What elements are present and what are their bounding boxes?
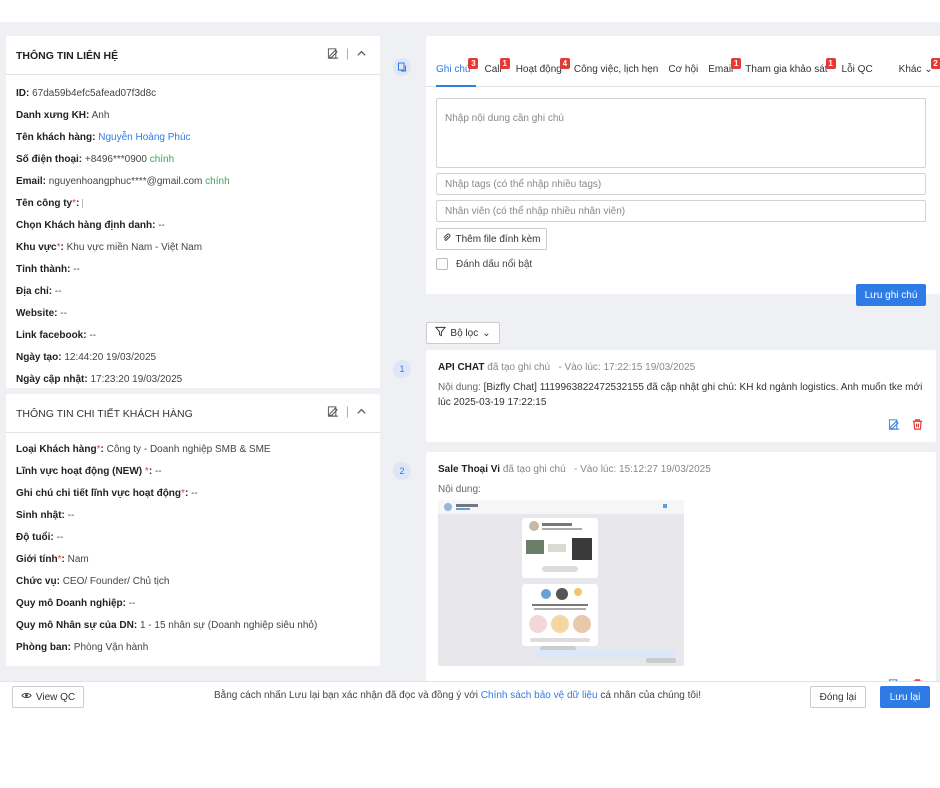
- tab-notes[interactable]: Ghi chú 3: [436, 58, 479, 80]
- tags-input[interactable]: Nhập tags (có thể nhập nhiều tags): [436, 173, 926, 195]
- details-card-title: THÔNG TIN CHI TIẾT KHÁCH HÀNG: [16, 408, 193, 420]
- collapse-icon[interactable]: [355, 404, 368, 418]
- field-position: Chức vụ: CEO/ Founder/ Chủ tịch: [16, 576, 170, 587]
- tab-survey[interactable]: Tham gia khảo sát 1: [745, 58, 836, 80]
- field-business-field-note: Ghi chú chi tiết lĩnh vực hoạt động*: --: [16, 488, 198, 499]
- highlight-label: Đánh dấu nổi bật: [456, 259, 533, 270]
- note-content: Nội dung: [Bizfly Chat] 1119963822472532…: [438, 382, 923, 408]
- note-header: API CHAT đã tạo ghi chú - Vào lúc: 17:22…: [438, 362, 696, 373]
- note-item: API CHAT đã tạo ghi chú - Vào lúc: 17:22…: [426, 350, 936, 442]
- field-business-field: Lĩnh vực hoạt động (NEW) *: --: [16, 466, 162, 477]
- field-salutation: Danh xưng KH: Anh: [16, 110, 110, 121]
- eye-icon: [21, 691, 32, 703]
- field-company-scale: Quy mô Doanh nghiệp: --: [16, 598, 136, 609]
- details-card-actions: |: [327, 404, 368, 418]
- staff-input[interactable]: Nhân viên (có thể nhập nhiều nhân viên): [436, 200, 926, 222]
- timeline-index: 2: [393, 462, 411, 480]
- note-header: Sale Thoại Vi đã tạo ghi chú - Vào lúc: …: [438, 464, 711, 475]
- tab-qc-errors[interactable]: Lỗi QC: [842, 64, 873, 80]
- tab-activity[interactable]: Hoạt động 4: [516, 58, 570, 80]
- active-tab-indicator: [436, 85, 476, 87]
- save-note-button[interactable]: Lưu ghi chú: [856, 284, 926, 306]
- edit-icon[interactable]: [327, 404, 340, 418]
- copy-icon[interactable]: [393, 58, 411, 76]
- divider: [6, 432, 380, 433]
- field-email: Email: nguyenhoangphuc****@gmail.com chí…: [16, 176, 230, 187]
- privacy-policy-link[interactable]: Chính sách bảo vệ dữ liệu: [481, 690, 598, 701]
- divider: [6, 74, 380, 75]
- edit-icon[interactable]: [888, 418, 901, 431]
- field-region: Khu vực*: Khu vực miền Nam - Việt Nam: [16, 242, 203, 253]
- field-customer-name: Tên khách hàng: Nguyễn Hoàng Phúc: [16, 132, 191, 143]
- divider: |: [345, 404, 349, 419]
- collapse-icon[interactable]: [355, 46, 368, 60]
- note-item: Sale Thoại Vi đã tạo ghi chú - Vào lúc: …: [426, 452, 936, 700]
- tab-opportunities[interactable]: Cơ hội: [668, 64, 698, 80]
- field-identified-customer: Chọn Khách hàng định danh: --: [16, 220, 165, 231]
- tab-tasks[interactable]: Công việc, lịch hẹn: [574, 64, 659, 80]
- activity-tabs: Ghi chú 3 Call 1 Hoạt động 4 Công việc, lịc…: [436, 58, 940, 80]
- field-customer-type: Loại Khách hàng*: Công ty - Doanh nghiệp…: [16, 444, 271, 455]
- field-phone: Số điện thoại: +8496***0900 chính: [16, 154, 175, 165]
- timeline-index: 1: [393, 360, 411, 378]
- paperclip-icon: [442, 233, 451, 245]
- consent-text: Bằng cách nhấn Lưu lại bạn xác nhận đã đ…: [214, 690, 701, 701]
- customer-name-link[interactable]: Nguyễn Hoàng Phúc: [98, 132, 190, 143]
- contact-info-card: THÔNG TIN LIÊN HỆ | ID: 67da59b4efc5afea…: [6, 36, 380, 388]
- field-address: Địa chỉ: --: [16, 286, 62, 297]
- field-province: Tỉnh thành: --: [16, 264, 80, 275]
- contact-card-title: THÔNG TIN LIÊN HỆ: [16, 50, 119, 62]
- field-company: Tên công ty*:: [16, 198, 84, 209]
- edit-icon[interactable]: [327, 46, 340, 60]
- field-age: Độ tuổi: --: [16, 532, 64, 543]
- note-content: Nội dung:: [438, 484, 481, 495]
- tab-email[interactable]: Email 1: [708, 58, 742, 80]
- field-facebook: Link facebook: --: [16, 330, 97, 341]
- field-updated-date: Ngày cập nhật: 17:23:20 19/03/2025: [16, 374, 183, 385]
- highlight-checkbox[interactable]: [436, 258, 448, 270]
- field-birthday: Sinh nhật: --: [16, 510, 75, 521]
- divider: |: [345, 46, 349, 61]
- field-gender: Giới tính*: Nam: [16, 554, 89, 565]
- save-button[interactable]: Lưu lại: [880, 686, 930, 708]
- field-created-date: Ngày tạo: 12:44:20 19/03/2025: [16, 352, 157, 363]
- field-id: ID: 67da59b4efc5afead07f3d8c: [16, 88, 157, 99]
- field-department: Phòng ban: Phòng Vận hành: [16, 642, 149, 653]
- view-qc-button[interactable]: View QC: [12, 686, 84, 708]
- tab-call[interactable]: Call 1: [484, 58, 510, 80]
- attached-screenshot-image[interactable]: [438, 500, 684, 666]
- divider: [426, 86, 940, 87]
- filter-icon: [435, 326, 447, 340]
- app-container: THÔNG TIN LIÊN HỆ | ID: 67da59b4efc5afea…: [0, 22, 940, 710]
- contact-card-actions: |: [327, 46, 368, 60]
- footer-bar: View QC Bằng cách nhấn Lưu lại bạn xác n…: [0, 681, 940, 710]
- filter-button[interactable]: Bộ lọc ⌄: [426, 322, 500, 344]
- customer-details-card: THÔNG TIN CHI TIẾT KHÁCH HÀNG | Loại Khá…: [6, 394, 380, 666]
- field-staff-scale: Quy mô Nhân sự của DN: 1 - 15 nhân sự (D…: [16, 620, 318, 631]
- note-actions: [888, 418, 924, 431]
- tab-more[interactable]: Khác ⌄ 2: [899, 58, 940, 80]
- attach-file-button[interactable]: Thêm file đính kèm: [436, 228, 547, 250]
- note-content-input[interactable]: Nhập nội dung cần ghi chú: [436, 98, 926, 168]
- trash-icon[interactable]: [911, 418, 924, 431]
- chevron-down-icon: ⌄: [482, 327, 491, 339]
- field-website: Website: --: [16, 308, 67, 319]
- close-button[interactable]: Đóng lại: [810, 686, 866, 708]
